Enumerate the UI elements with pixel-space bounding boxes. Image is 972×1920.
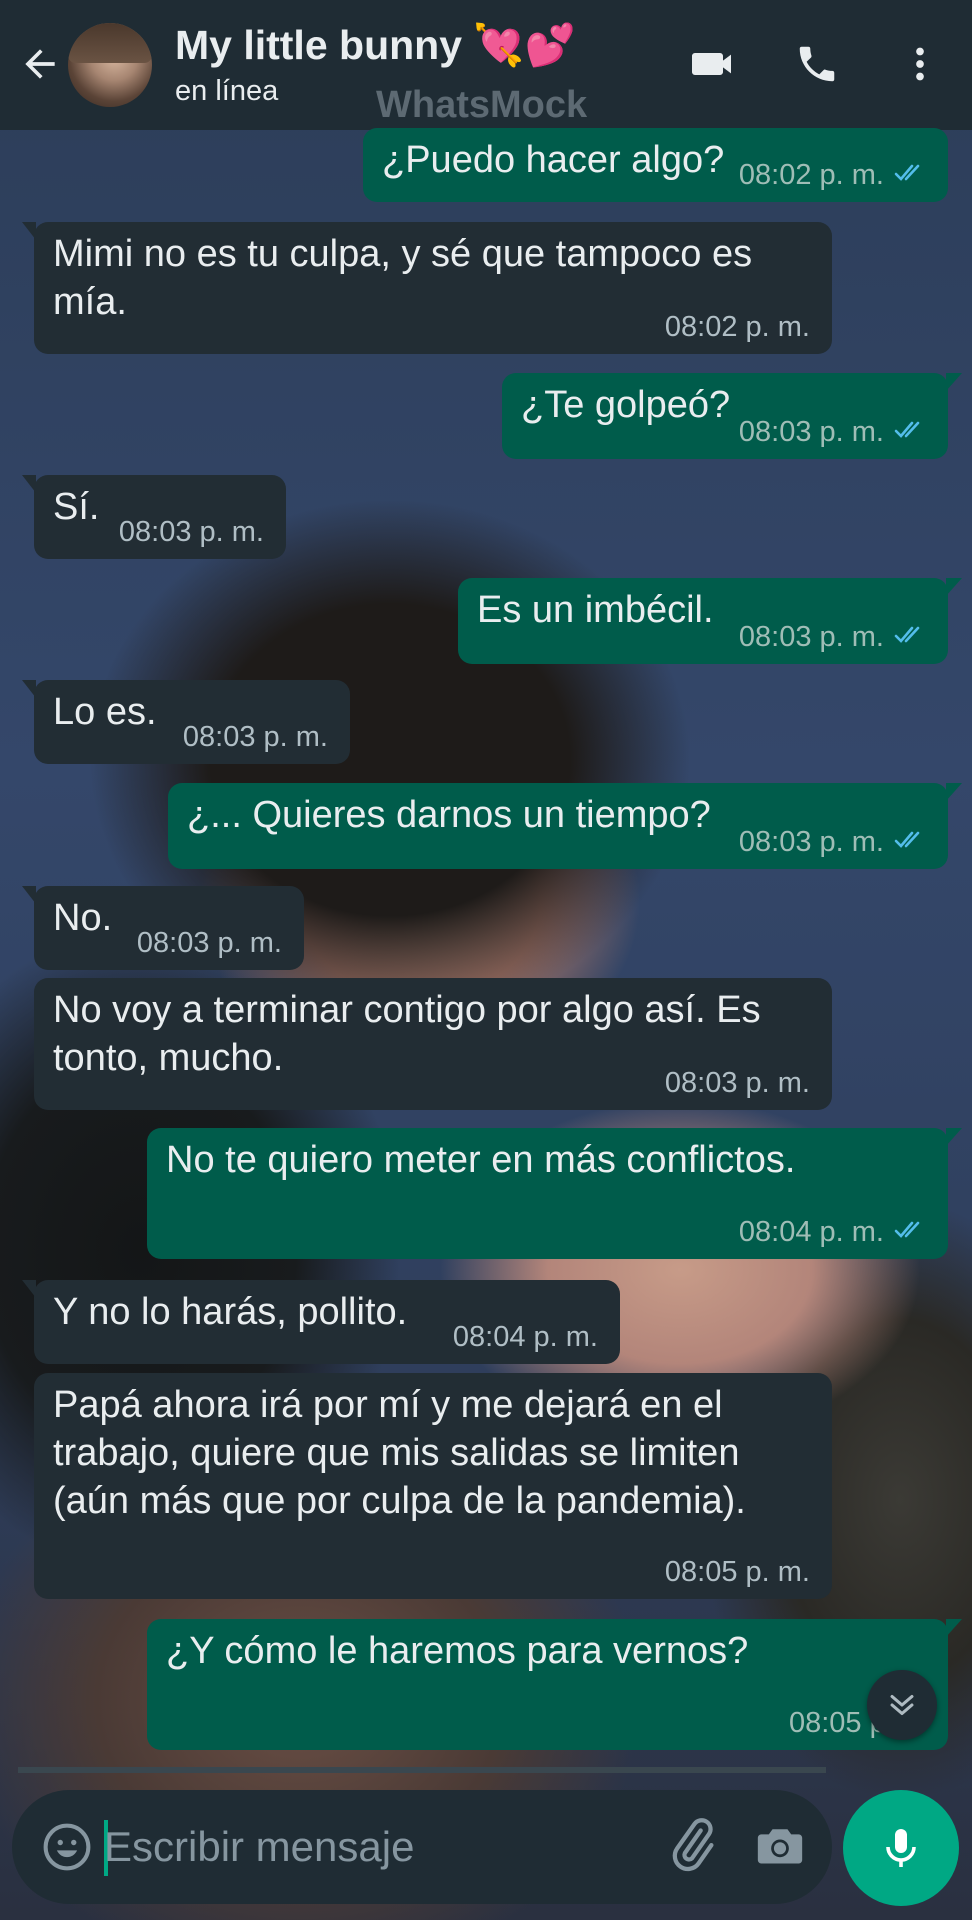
bubble-tail (946, 783, 962, 801)
paperclip-icon (672, 1818, 714, 1872)
read-ticks-icon (894, 825, 926, 859)
back-button[interactable] (14, 38, 66, 90)
message-text: Y no lo harás, pollito. (53, 1291, 408, 1333)
incoming-message[interactable]: Mimi no es tu culpa, y sé que tampoco es… (22, 222, 832, 354)
message-time: 08:03 p. m. (136, 927, 282, 959)
video-call-button[interactable] (683, 34, 743, 94)
bubble-tail (22, 222, 36, 240)
read-ticks-icon (894, 415, 926, 449)
bubble-tail (946, 1619, 962, 1637)
message-time: 08:03 p. m. (738, 826, 884, 858)
message-text: ¿Puedo hacer algo? (382, 139, 725, 181)
message-time: 08:05 p. m. (664, 1556, 810, 1588)
emoji-button[interactable] (40, 1820, 94, 1874)
message-meta: 08:03 p. m. (183, 720, 328, 754)
message-time: 08:03 p. m. (118, 516, 264, 548)
message-meta: 08:04 p. m. (453, 1320, 598, 1354)
message-text: Sí. (53, 486, 100, 528)
message-time: 08:03 p. m. (738, 621, 884, 653)
message-time: 08:02 p. m. (664, 311, 810, 343)
message-meta: 08:02 p. m. (665, 310, 810, 344)
message-time: 08:03 p. m. (182, 721, 328, 753)
message-text: Es un imbécil. (477, 589, 714, 631)
scroll-to-bottom-button[interactable] (867, 1670, 937, 1740)
contact-status: en línea (175, 75, 279, 107)
menu-button[interactable] (892, 34, 948, 94)
message-meta: 08:03 p. m. (119, 515, 264, 549)
message-meta: 08:03 p. m. (739, 825, 926, 859)
avatar[interactable] (68, 23, 152, 107)
bubble-tail (946, 373, 962, 391)
incoming-message[interactable]: Papá ahora irá por mí y me dejará en el … (34, 1373, 832, 1599)
outgoing-message[interactable]: ¿Y cómo le haremos para vernos? 08:05 p. … (147, 1619, 962, 1750)
message-text: Papá ahora irá por mí y me dejará en el … (53, 1384, 746, 1522)
bubble-tail (22, 1280, 36, 1298)
read-ticks-icon (894, 158, 926, 192)
message-text: Lo es. (53, 691, 157, 733)
incoming-message[interactable]: Lo es. 08:03 p. m. (22, 680, 350, 764)
video-call-icon (692, 53, 731, 75)
camera-button[interactable] (752, 1818, 810, 1874)
more-vertical-icon (916, 47, 924, 81)
message-text: ¿Y cómo le haremos para vernos? (166, 1630, 749, 1672)
incoming-message[interactable]: No. 08:03 p. m. (22, 886, 304, 970)
incoming-message[interactable]: Y no lo harás, pollito. 08:04 p. m. (22, 1280, 620, 1364)
outgoing-message[interactable]: ¿Puedo hacer algo? 08:02 p. m. (363, 128, 948, 202)
message-meta: 08:02 p. m. (739, 158, 926, 192)
message-time: 08:03 p. m. (738, 416, 884, 448)
voice-call-button[interactable] (787, 34, 847, 94)
message-text: No te quiero meter en más conflictos. (166, 1139, 796, 1181)
message-time: 08:04 p. m. (738, 1216, 884, 1248)
message-input[interactable] (104, 1814, 664, 1880)
message-meta: 08:03 p. m. (137, 926, 282, 960)
message-meta: 08:03 p. m. (739, 620, 926, 654)
message-meta: 08:03 p. m. (665, 1066, 810, 1100)
outgoing-message[interactable]: ¿... Quieres darnos un tiempo? 08:03 p. m… (168, 783, 962, 869)
watermark: WhatsMock (376, 84, 588, 126)
message-time: 08:03 p. m. (664, 1067, 810, 1099)
message-meta: 08:05 p. m. (665, 1555, 810, 1589)
camera-icon (757, 1829, 803, 1864)
divider (18, 1767, 826, 1773)
message-text: No voy a terminar contigo por algo así. … (53, 989, 761, 1079)
bubble-tail (22, 680, 36, 698)
outgoing-message[interactable]: No te quiero meter en más conflictos. 08:… (147, 1128, 962, 1259)
chevron-double-down-icon (890, 1694, 914, 1716)
incoming-message[interactable]: No voy a terminar contigo por algo así. … (34, 978, 832, 1110)
message-text: Mimi no es tu culpa, y sé que tampoco es… (53, 233, 753, 323)
mic-icon (886, 1829, 916, 1867)
attach-button[interactable] (662, 1816, 722, 1876)
message-text: ¿... Quieres darnos un tiempo? (187, 794, 711, 836)
outgoing-message[interactable]: Es un imbécil. 08:03 p. m. (458, 578, 962, 664)
message-composer (12, 1790, 832, 1904)
message-meta: 08:04 p. m. (739, 1215, 926, 1249)
bubble-tail (946, 1128, 962, 1146)
phone-icon (799, 46, 835, 82)
bubble-tail (22, 475, 36, 493)
message-time: 08:02 p. m. (738, 159, 884, 191)
arrow-left-icon (25, 49, 55, 79)
read-ticks-icon (894, 1215, 926, 1249)
message-text: No. (53, 897, 113, 939)
message-meta: 08:03 p. m. (739, 415, 926, 449)
read-ticks-icon (894, 620, 926, 654)
incoming-message[interactable]: Sí. 08:03 p. m. (22, 475, 286, 559)
bubble-tail (22, 886, 36, 904)
message-text: ¿Te golpeó? (521, 384, 731, 426)
voice-record-button[interactable] (843, 1790, 959, 1906)
message-time: 08:04 p. m. (452, 1321, 598, 1353)
bubble-tail (946, 578, 962, 596)
avatar-hair (68, 23, 152, 63)
emoji-icon (43, 1823, 91, 1871)
outgoing-message[interactable]: ¿Te golpeó? 08:03 p. m. (502, 373, 962, 459)
contact-name[interactable]: My little bunny 💘💕 (175, 22, 576, 70)
